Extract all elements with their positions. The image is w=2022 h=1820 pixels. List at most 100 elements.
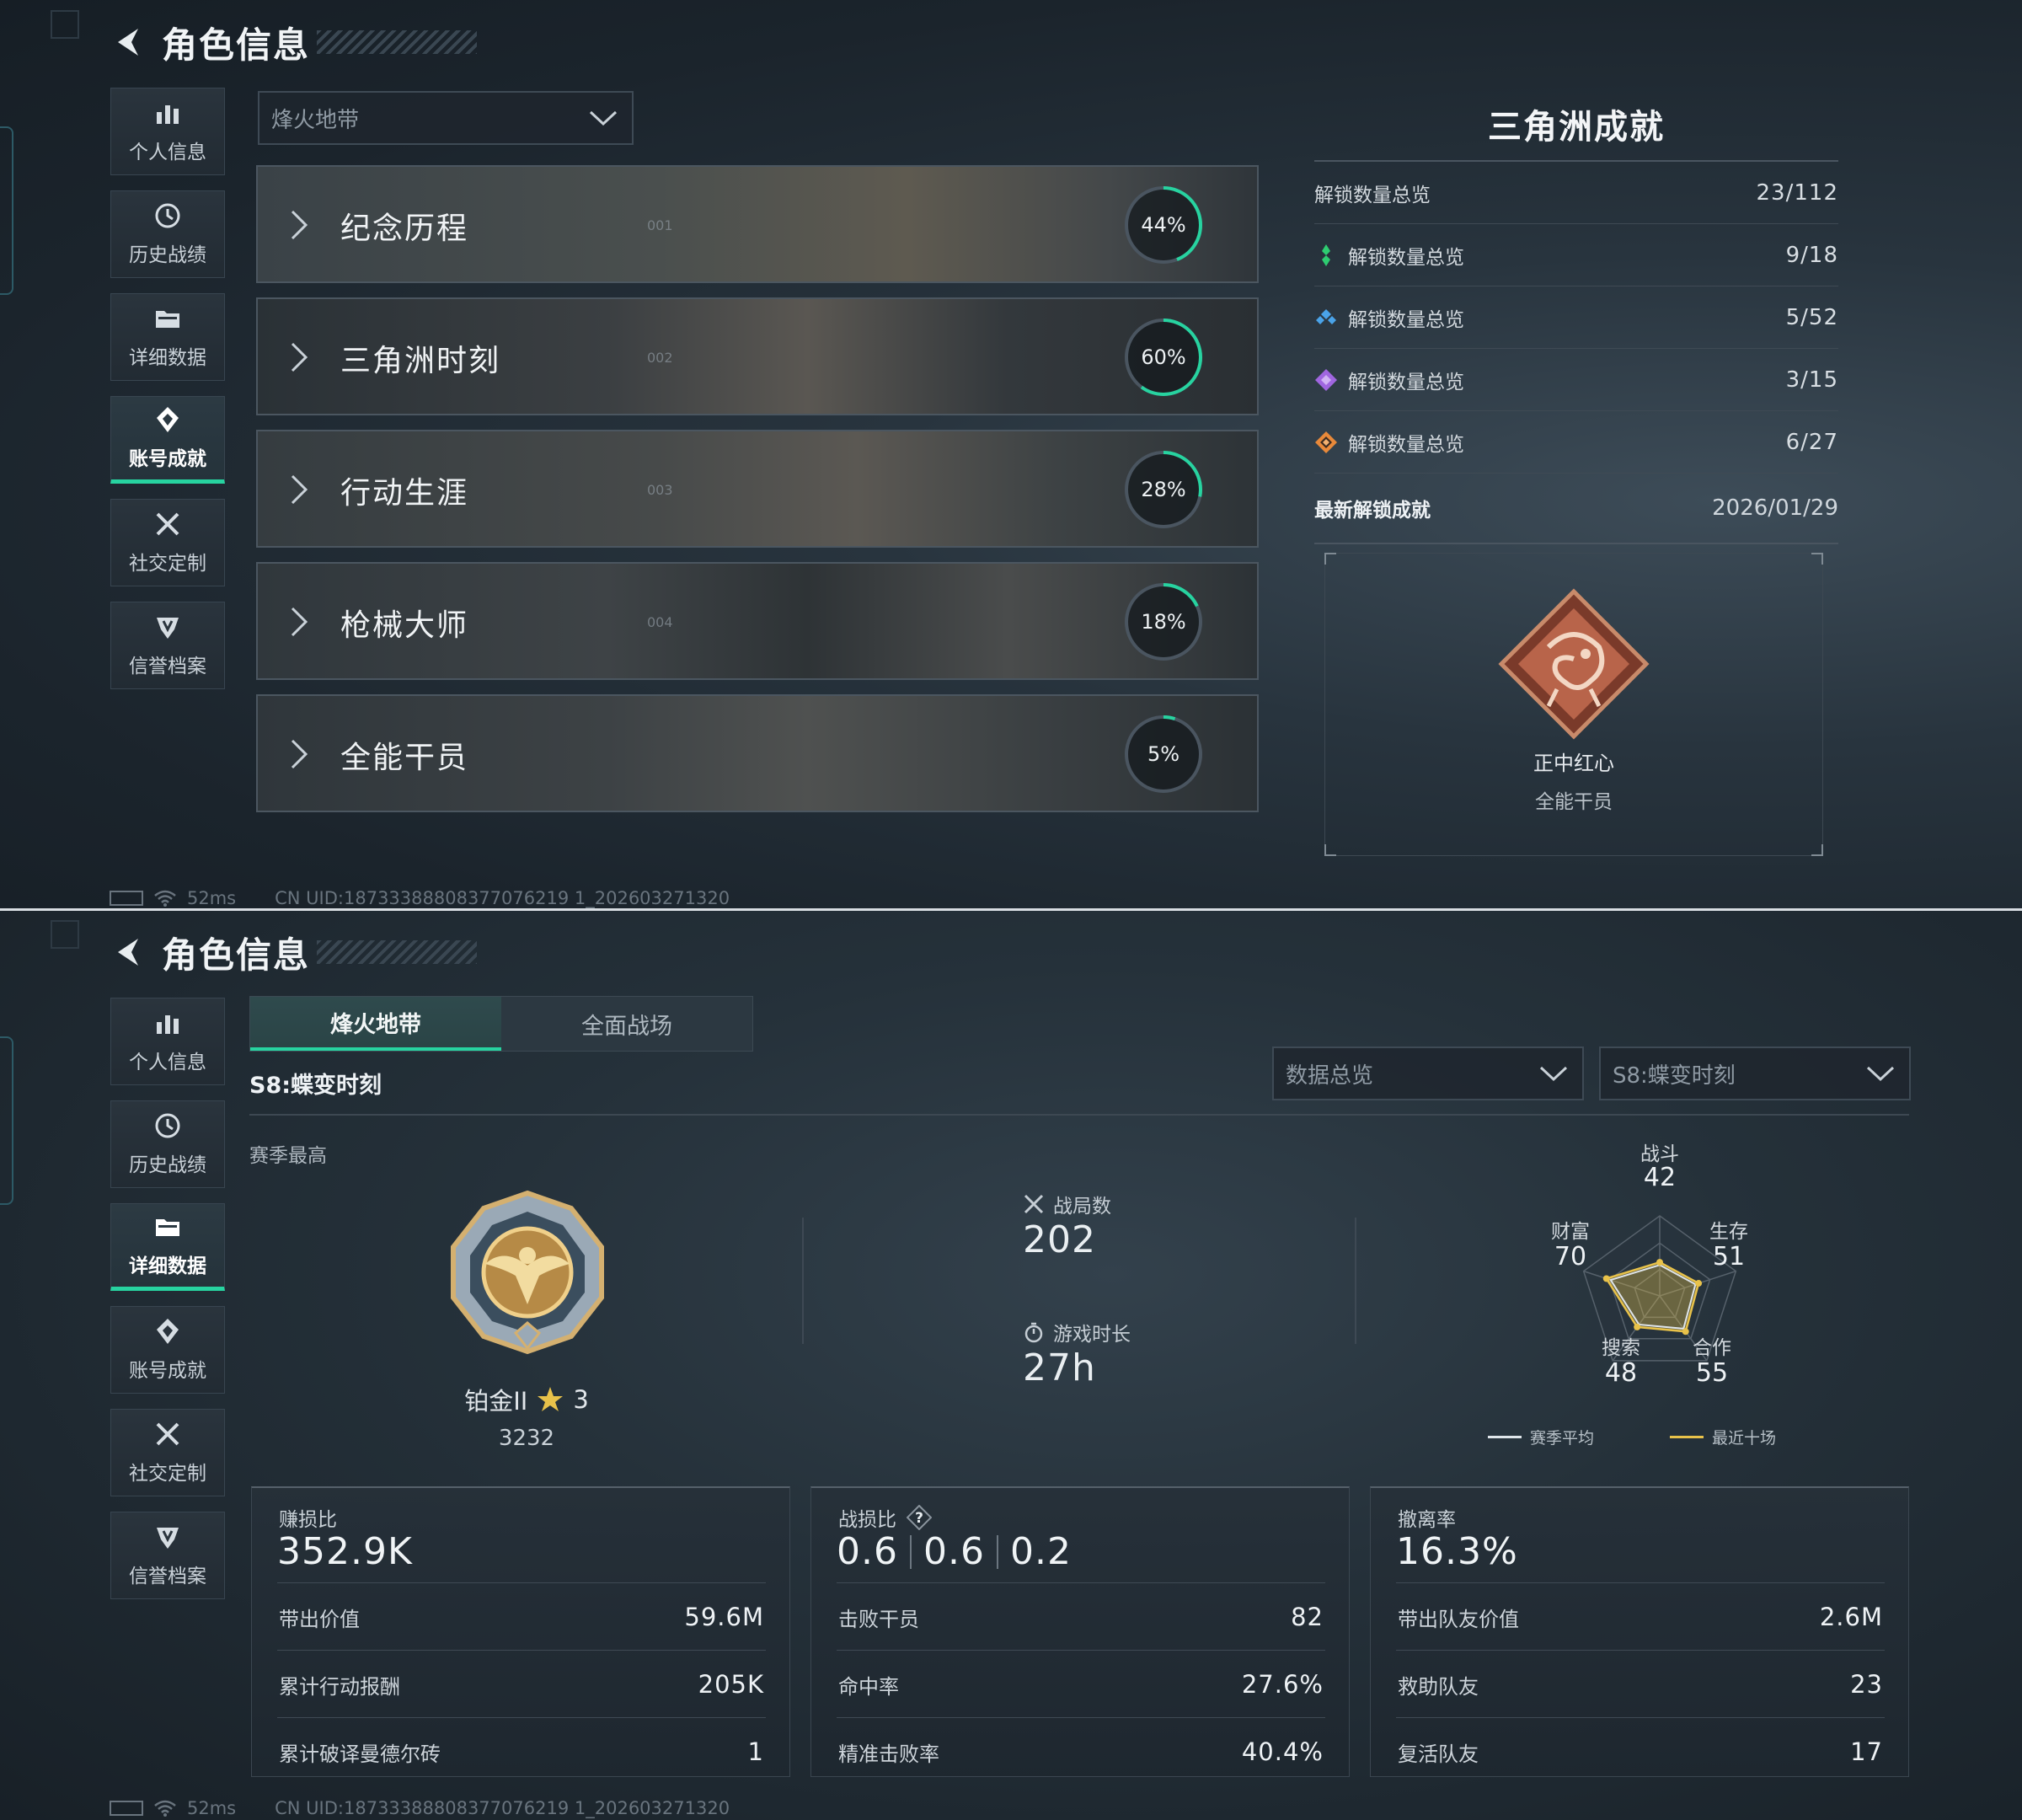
latest-unlock-row: 最新解锁成就 2026/01/29	[1314, 474, 1838, 544]
stat-label: 累计行动报酬	[279, 1675, 400, 1699]
header-hatch	[317, 30, 478, 54]
main-value: 352.9K	[277, 1530, 413, 1573]
sidebar-item-reputation[interactable]: 信誉档案	[110, 602, 225, 689]
tier-label: 解锁数量总览	[1348, 308, 1464, 331]
category-row-weapon-master[interactable]: 枪械大师 004 18%	[256, 562, 1259, 680]
rank-stars: 3	[573, 1385, 589, 1414]
stat-value: 17	[1850, 1737, 1883, 1766]
radar-value-combat: 42	[1643, 1163, 1677, 1192]
sidebar-item-social[interactable]: 社交定制	[110, 1409, 225, 1496]
stat-label: 击败干员	[838, 1608, 919, 1631]
latest-badge-card[interactable]: 正中红心 全能干员	[1324, 553, 1823, 856]
svg-text:?: ?	[915, 1510, 923, 1527]
chevron-right-icon	[291, 739, 308, 769]
profit-card: 赚损比 352.9K 带出价值 59.6M 累计行动报酬 205K 累计破译曼德尔砖…	[251, 1486, 790, 1777]
sidebar-item-profile[interactable]: 个人信息	[110, 88, 225, 175]
page-header: 角色信息	[110, 927, 478, 977]
legend-label: 赛季平均	[1530, 1429, 1595, 1448]
shield-icon	[157, 1528, 179, 1549]
stat-row: 击败干员 82	[838, 1603, 1324, 1632]
sidebar-item-label: 详细数据	[129, 1255, 206, 1277]
stat-value: 23	[1850, 1670, 1883, 1699]
wrench-icon	[156, 512, 179, 536]
tab-full-battle[interactable]: 全面战场	[501, 997, 752, 1051]
progress-ring: 5%	[1125, 715, 1202, 793]
value-separator	[996, 1534, 998, 1569]
playtime-value: 27h	[1023, 1346, 1096, 1389]
unlock-total-label: 解锁数量总览	[1314, 184, 1431, 206]
back-arrow-icon[interactable]	[110, 24, 147, 61]
row-divider	[1396, 1717, 1885, 1718]
badge-category: 全能干员	[1535, 791, 1613, 813]
tab-warzone[interactable]: 烽火地带	[250, 997, 501, 1051]
sidebar-item-history[interactable]: 历史战绩	[110, 1100, 225, 1188]
tier-value: 5/52	[1785, 304, 1838, 330]
category-row-all-round[interactable]: 全能干员 5%	[256, 694, 1259, 812]
row-divider	[837, 1582, 1325, 1583]
crossed-swords-icon	[1024, 1194, 1044, 1214]
edge-tab[interactable]	[0, 1036, 13, 1205]
stat-value: 40.4%	[1241, 1737, 1324, 1766]
card-main-value: 352.9K	[277, 1530, 413, 1573]
row-divider	[837, 1717, 1325, 1718]
radar-label-search: 搜索	[1602, 1337, 1640, 1359]
sidebar-item-achievements[interactable]: 账号成就	[110, 1306, 225, 1394]
sidebar-item-reputation[interactable]: 信誉档案	[110, 1512, 225, 1599]
chevron-right-icon	[291, 607, 308, 637]
stat-row: 命中率 27.6%	[838, 1670, 1324, 1700]
stat-value: 59.6M	[684, 1603, 764, 1631]
unlock-tier-row: 解锁数量总览 5/52	[1314, 286, 1838, 349]
uid-text: CN UID:18733388808377076219 1_2026032713…	[275, 1798, 730, 1818]
radar-label-survival: 生存	[1709, 1221, 1748, 1243]
rank-emblem-icon	[451, 1190, 604, 1355]
achievement-title: 三角洲成就	[1314, 99, 1838, 162]
category-row-delta-moments[interactable]: 三角洲时刻 002 60%	[256, 297, 1259, 415]
mode-dropdown[interactable]: 烽火地带	[258, 91, 634, 145]
chevron-right-icon	[291, 342, 308, 372]
sidebar-item-label: 账号成就	[129, 1360, 206, 1382]
radar-value-cooperation: 55	[1695, 1358, 1729, 1388]
sidebar-item-profile[interactable]: 个人信息	[110, 998, 225, 1085]
card-header: 战损比 ?	[838, 1503, 932, 1532]
card-title: 撤离率	[1398, 1509, 1456, 1531]
sidebar-item-label: 社交定制	[129, 553, 206, 575]
data-type-dropdown[interactable]: 数据总览	[1272, 1046, 1584, 1100]
chevron-down-icon	[589, 110, 618, 126]
sidebar-item-label: 个人信息	[129, 142, 206, 163]
detailed-data-screen: 角色信息 个人信息 历史战绩 详细数据 账号成就 社交定制 信誉档案 烽火地带	[0, 910, 2022, 1820]
tier-value: 3/15	[1785, 367, 1838, 393]
progress-text: 60%	[1141, 345, 1185, 369]
edge-tab[interactable]	[0, 126, 13, 295]
uid-text: CN UID:18733388808377076219 1_2026032713…	[275, 888, 730, 908]
season-title: S8:蝶变时刻	[249, 1073, 382, 1099]
sidebar-item-details[interactable]: 详细数据	[110, 1203, 225, 1291]
clock-icon	[155, 203, 180, 228]
back-arrow-icon[interactable]	[110, 934, 147, 971]
row-divider	[1396, 1582, 1885, 1583]
clock-icon	[155, 1113, 180, 1138]
progress-ring: 18%	[1125, 583, 1202, 661]
season-dropdown-value: S8:蝶变时刻	[1613, 1063, 1736, 1089]
sidebar-item-social[interactable]: 社交定制	[110, 499, 225, 586]
legend-line	[1488, 1436, 1522, 1438]
dragon-badge-icon	[1498, 588, 1650, 740]
category-name: 全能干员	[340, 741, 469, 775]
page-title: 角色信息	[162, 934, 311, 976]
sidebar-item-history[interactable]: 历史战绩	[110, 190, 225, 278]
sidebar-item-achievements[interactable]: 账号成就	[110, 396, 225, 484]
stat-value: 1	[747, 1737, 764, 1766]
badge-name: 正中红心	[1533, 752, 1614, 775]
medal-icon	[157, 407, 179, 432]
sidebar-item-label: 详细数据	[129, 347, 206, 369]
stat-row: 累计行动报酬 205K	[279, 1670, 764, 1700]
stat-row: 救助队友 23	[1398, 1670, 1883, 1700]
stopwatch-icon	[1024, 1322, 1043, 1343]
category-row-career[interactable]: 行动生涯 003 28%	[256, 430, 1259, 548]
category-row-memorial[interactable]: 纪念历程 001 44%	[256, 165, 1259, 283]
help-icon[interactable]: ?	[907, 1505, 932, 1530]
season-dropdown[interactable]: S8:蝶变时刻	[1599, 1046, 1911, 1100]
corner-marker	[51, 10, 79, 39]
sidebar-item-details[interactable]: 详细数据	[110, 293, 225, 381]
progress-text: 5%	[1147, 742, 1180, 766]
kd-value-1: 0.6	[837, 1530, 898, 1573]
